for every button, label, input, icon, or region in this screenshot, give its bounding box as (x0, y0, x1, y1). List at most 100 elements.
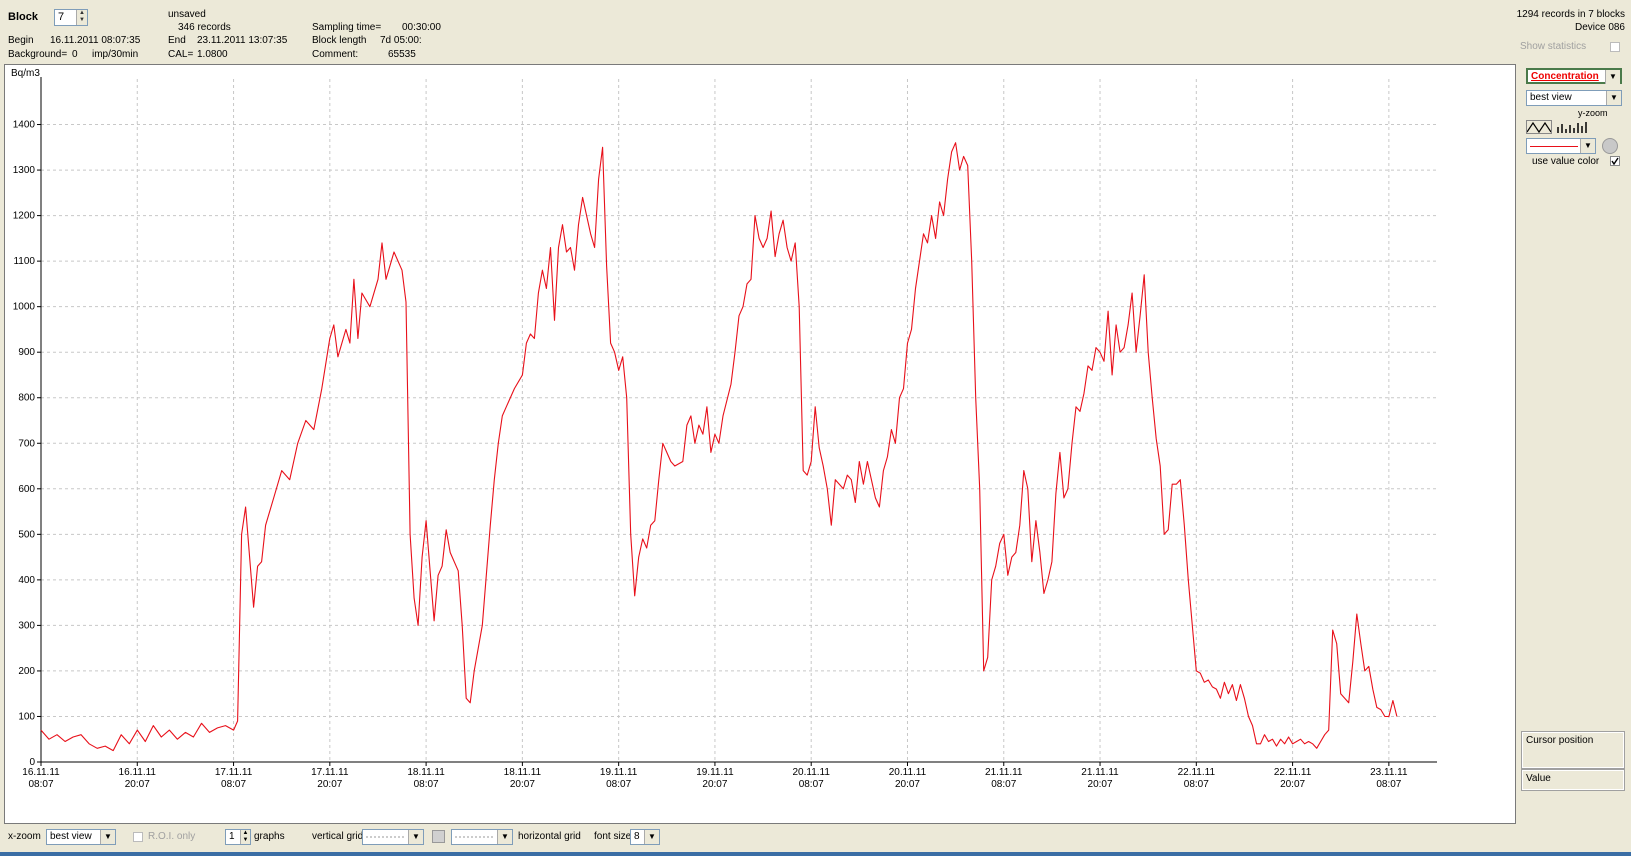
graphs-label: graphs (254, 831, 285, 842)
x-tick-label-date: 17.11.11 (311, 767, 349, 778)
chevron-down-icon[interactable]: ▼ (100, 830, 115, 844)
histogram-mode-icon[interactable] (1556, 120, 1588, 134)
x-tick-label-time: 08:07 (28, 779, 53, 790)
concentration-series-line[interactable] (40, 142, 1398, 752)
vertical-grid-select[interactable]: ▼ (362, 829, 424, 845)
bottom-toolbar: x-zoom best view ▼ R.O.I. only 1 ▲ ▼ grap… (0, 824, 1631, 852)
x-tick-label-time: 08:07 (1376, 779, 1401, 790)
background-unit: imp/30min (92, 49, 139, 60)
chevron-down-icon[interactable]: ▼ (1606, 91, 1621, 105)
x-tick-label-date: 23.11.11 (1370, 767, 1408, 778)
chevron-down-icon[interactable]: ▼ (1580, 139, 1595, 153)
block-spinner[interactable]: 7 ▲ ▼ (54, 9, 88, 26)
background-value: 0 (72, 49, 78, 60)
end-label: End (168, 35, 186, 46)
chevron-down-icon[interactable]: ▼ (497, 830, 512, 844)
horizontal-grid-label: horizontal grid (518, 831, 581, 842)
x-tick-label-time: 20:07 (317, 779, 342, 790)
begin-label: Begin (8, 35, 34, 46)
x-tick-label-date: 16.11.11 (22, 767, 60, 778)
y-tick-label: 800 (18, 393, 35, 404)
background-label: Background= (8, 49, 68, 60)
spinner-down-icon[interactable]: ▼ (77, 17, 87, 24)
save-status: unsaved (168, 9, 206, 20)
font-size-select[interactable]: 8 ▼ (630, 829, 660, 845)
x-tick-label-date: 16.11.11 (119, 767, 157, 778)
block-length-label: Block length (312, 35, 367, 46)
x-tick-label-date: 18.11.11 (504, 767, 542, 778)
x-tick-label-time: 20:07 (1088, 779, 1113, 790)
y-tick-label: 1000 (13, 302, 36, 313)
spinner-arrows[interactable]: ▲ ▼ (76, 10, 87, 25)
y-tick-label: 600 (18, 484, 35, 495)
device-label: Device 086 (1574, 22, 1625, 33)
horizontal-grid-select[interactable]: ▼ (451, 829, 513, 845)
end-value: 23.11.2011 13:07:35 (197, 35, 288, 46)
sampling-value: 00:30:00 (402, 22, 441, 33)
y-tick-label: 300 (18, 620, 35, 631)
quantity-select[interactable]: Concentration ▼ (1526, 68, 1622, 84)
x-tick-label-time: 08:07 (221, 779, 246, 790)
comment-value: 65535 (388, 49, 416, 60)
taskbar-strip (0, 852, 1631, 856)
color-picker-button[interactable] (1602, 138, 1618, 154)
block-value: 7 (58, 11, 65, 23)
grid-style-swatch (455, 836, 495, 838)
y-tick-label: 100 (18, 711, 35, 722)
xzoom-value: best view (50, 831, 92, 842)
show-statistics-label: Show statistics (1520, 41, 1587, 52)
x-tick-label-date: 22.11.11 (1178, 767, 1216, 778)
cursor-position-box: Cursor position (1521, 731, 1625, 769)
quantity-value: Concentration (1531, 71, 1599, 82)
x-tick-label-date: 22.11.11 (1274, 767, 1312, 778)
x-tick-label-date: 18.11.11 (407, 767, 445, 778)
x-tick-label-date: 20.11.11 (889, 767, 927, 778)
comment-label: Comment: (312, 49, 359, 60)
x-tick-label-date: 19.11.11 (600, 767, 638, 778)
graphs-spinner[interactable]: 1 ▲ ▼ (225, 829, 251, 845)
xzoom-select[interactable]: best view ▼ (46, 829, 116, 845)
chart-area[interactable]: Bq/m3 0 100 200 300 400 500 600 700 800 900 1000 11… (4, 64, 1516, 824)
use-value-color-checkbox[interactable] (1610, 156, 1620, 166)
value-label: Value (1526, 773, 1551, 784)
line-color-select[interactable]: ▼ (1526, 138, 1596, 154)
grid-color-button[interactable] (432, 830, 445, 843)
y-tick-label: 900 (18, 347, 35, 358)
x-tick-label-date: 17.11.11 (215, 767, 253, 778)
view-select[interactable]: best view ▼ (1526, 90, 1622, 106)
value-box: Value (1521, 769, 1625, 791)
x-tick-label-date: 19.11.11 (696, 767, 734, 778)
x-tick-label-time: 20:07 (1280, 779, 1305, 790)
y-tick-label: 200 (18, 666, 35, 677)
show-statistics-checkbox[interactable] (1610, 42, 1620, 52)
concentration-chart[interactable]: 0100200300400500600700800900100011001200… (5, 65, 1515, 823)
x-tick-label-time: 08:07 (991, 779, 1016, 790)
x-tick-label-date: 21.11.11 (985, 767, 1023, 778)
font-size-value: 8 (634, 831, 640, 842)
y-tick-label: 400 (18, 575, 35, 586)
cal-label: CAL= (168, 49, 194, 60)
begin-value: 16.11.2011 08:07:35 (50, 35, 141, 46)
x-tick-label-time: 20:07 (510, 779, 535, 790)
roi-only-label: R.O.I. only (148, 831, 196, 842)
x-tick-label-time: 20:07 (895, 779, 920, 790)
x-tick-label-date: 21.11.11 (1081, 767, 1119, 778)
graphs-value: 1 (229, 831, 235, 842)
record-count: 346 records (178, 22, 231, 33)
line-mode-icon[interactable] (1526, 120, 1552, 134)
use-value-color-label: use value color (1532, 156, 1600, 167)
x-tick-label-time: 20:07 (702, 779, 727, 790)
cal-value: 1.0800 (197, 49, 228, 60)
block-length-value: 7d 05:00: (380, 35, 422, 46)
spinner-up-icon[interactable]: ▲ (77, 10, 87, 17)
chevron-down-icon[interactable]: ▼ (644, 830, 659, 844)
x-tick-label-time: 08:07 (414, 779, 439, 790)
x-tick-label-time: 20:07 (125, 779, 150, 790)
roi-only-checkbox[interactable] (133, 832, 143, 842)
spinner-arrows-icon[interactable]: ▲ ▼ (240, 830, 250, 844)
chevron-down-icon[interactable]: ▼ (1605, 70, 1620, 84)
block-label: Block (8, 11, 38, 23)
chevron-down-icon[interactable]: ▼ (408, 830, 423, 844)
y-tick-label: 1100 (13, 256, 35, 267)
cursor-position-label: Cursor position (1526, 735, 1594, 746)
